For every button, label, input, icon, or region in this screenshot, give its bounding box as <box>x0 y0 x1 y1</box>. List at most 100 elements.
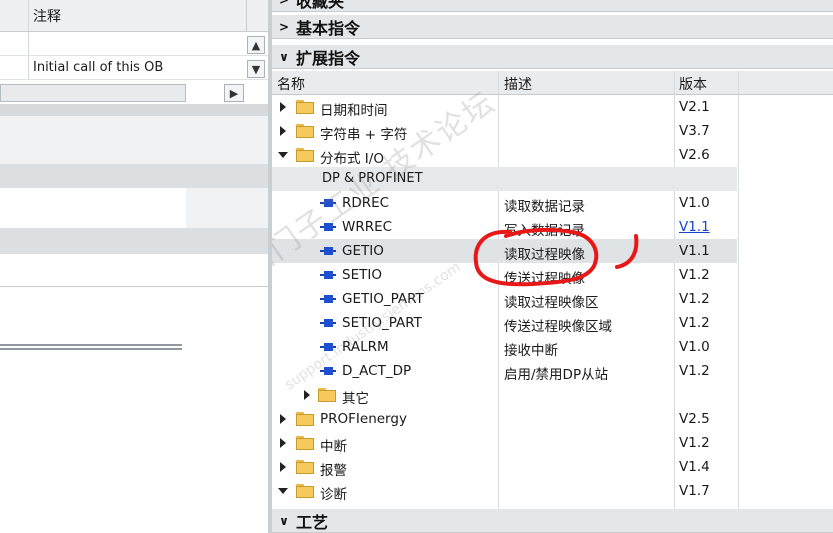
section-label: 基本指令 <box>296 18 361 38</box>
row-version: V1.2 <box>679 267 710 283</box>
function-block-icon <box>320 223 336 231</box>
scroll-right-button[interactable]: ▶ <box>224 84 244 102</box>
row-name: DP & PROFINET <box>322 171 423 186</box>
comment-cell <box>28 32 33 55</box>
function-block-icon <box>320 199 336 207</box>
left-band <box>0 116 268 164</box>
description-column-header[interactable]: 描述 <box>504 74 532 94</box>
row-version-link[interactable]: V1.1 <box>679 219 710 235</box>
folder-icon <box>296 436 314 450</box>
row-name: SETIO <box>342 267 382 283</box>
row-name: RDREC <box>342 195 390 211</box>
row-version: V1.1 <box>679 243 710 259</box>
row-version: V1.2 <box>679 363 710 379</box>
folder-icon <box>296 100 314 114</box>
expand-arrow-icon[interactable] <box>280 126 286 136</box>
row-version: V2.6 <box>679 147 710 163</box>
chevron-down-icon: ∨ <box>279 49 289 64</box>
tree-row-group[interactable]: DP & PROFINET <box>272 167 737 191</box>
left-table-row[interactable] <box>0 32 268 56</box>
section-favorites[interactable]: > 收藏夹 <box>272 0 833 12</box>
tree-row-folder[interactable]: 其它 <box>272 383 833 407</box>
row-description: 写入数据记录 <box>504 223 585 239</box>
tree-row-folder[interactable]: 字符串 + 字符 V3.7 <box>272 119 833 143</box>
expand-arrow-icon[interactable] <box>304 390 310 400</box>
row-description: 传送过程映像 <box>504 271 585 287</box>
expand-arrow-icon[interactable] <box>280 438 286 448</box>
horizontal-scrollbar[interactable] <box>0 84 186 102</box>
left-pane: 注释 Initial call of this OB ▲ ▼ ▶ <box>0 0 268 533</box>
row-name: 字符串 + 字符 <box>320 127 408 143</box>
chevron-right-icon: > <box>272 0 296 7</box>
row-version: V1.2 <box>679 315 710 331</box>
row-version: V1.2 <box>679 435 710 451</box>
row-name: RALRM <box>342 339 389 355</box>
comment-column-header[interactable]: 注释 <box>28 0 61 31</box>
function-block-icon <box>320 295 336 303</box>
expand-arrow-icon[interactable] <box>280 102 286 112</box>
row-version: V1.4 <box>679 459 710 475</box>
tree-row-instruction[interactable]: SETIO_PART 传送过程映像区域 V1.2 <box>272 311 833 335</box>
tree-row-instruction[interactable]: WRREC 写入数据记录 V1.1 <box>272 215 833 239</box>
left-table-header: 注释 <box>0 0 268 32</box>
section-technology[interactable]: ∨ 工艺 <box>272 509 833 533</box>
instructions-pane: > 收藏夹 > 基本指令 ∨ 扩展指令 名称 描述 版本 日期和时间 V2.1 … <box>272 0 833 533</box>
row-name: 报警 <box>320 463 347 479</box>
left-divider <box>0 348 182 350</box>
row-name: 其它 <box>342 391 369 407</box>
tree-row-instruction[interactable]: SETIO 传送过程映像 V1.2 <box>272 263 833 287</box>
tree-row-instruction[interactable]: RALRM 接收中断 V1.0 <box>272 335 833 359</box>
left-divider <box>0 286 268 287</box>
folder-icon <box>296 124 314 138</box>
tree-row-folder[interactable]: 诊断 V1.7 <box>272 479 833 503</box>
folder-icon <box>296 484 314 498</box>
row-name: PROFIenergy <box>320 411 407 427</box>
left-divider <box>0 344 182 346</box>
section-label: 扩展指令 <box>296 48 361 68</box>
function-block-icon <box>320 367 336 375</box>
row-name: 日期和时间 <box>320 103 388 119</box>
scroll-down-button[interactable]: ▼ <box>247 60 265 78</box>
version-column-header[interactable]: 版本 <box>679 74 707 94</box>
chevron-right-icon: > <box>278 19 290 34</box>
section-extended-instructions[interactable]: ∨ 扩展指令 <box>272 45 833 69</box>
tree-row-instruction[interactable]: GETIO_PART 读取过程映像区 V1.2 <box>272 287 833 311</box>
row-name: GETIO <box>342 243 384 259</box>
row-version: V1.0 <box>679 339 710 355</box>
tree-row-folder[interactable]: 分布式 I/O V2.6 <box>272 143 833 167</box>
row-version: V1.0 <box>679 195 710 211</box>
section-basic-instructions[interactable]: > 基本指令 <box>272 15 833 39</box>
expand-arrow-icon[interactable] <box>280 462 286 472</box>
row-description: 读取过程映像 <box>504 247 585 263</box>
tree-row-folder[interactable]: PROFIenergy V2.5 <box>272 407 833 431</box>
row-name: WRREC <box>342 219 393 235</box>
column-divider <box>246 0 247 32</box>
tree-row-instruction[interactable]: RDREC 读取数据记录 V1.0 <box>272 191 833 215</box>
left-table-row[interactable]: Initial call of this OB <box>0 56 268 80</box>
function-block-icon <box>320 271 336 279</box>
function-block-icon <box>320 319 336 327</box>
row-description: 读取数据记录 <box>504 199 585 215</box>
row-version: V2.1 <box>679 99 710 115</box>
collapse-arrow-icon[interactable] <box>278 488 288 494</box>
folder-icon <box>296 412 314 426</box>
collapse-arrow-icon[interactable] <box>278 152 288 158</box>
row-description: 读取过程映像区 <box>504 295 599 311</box>
name-column-header[interactable]: 名称 <box>277 74 305 94</box>
scroll-up-button[interactable]: ▲ <box>247 36 265 54</box>
folder-icon <box>318 388 336 402</box>
expand-arrow-icon[interactable] <box>280 414 286 424</box>
row-name: 诊断 <box>320 487 347 503</box>
left-band <box>0 228 268 254</box>
tree-row-folder[interactable]: 中断 V1.2 <box>272 431 833 455</box>
row-name: D_ACT_DP <box>342 363 412 379</box>
tree-row-instruction-selected[interactable]: GETIO 读取过程映像 V1.1 <box>272 239 737 263</box>
tree-row-folder[interactable]: 报警 V1.4 <box>272 455 833 479</box>
row-version: V1.2 <box>679 291 710 307</box>
row-description: 接收中断 <box>504 343 558 359</box>
row-version: V2.5 <box>679 411 710 427</box>
tree-row-instruction[interactable]: D_ACT_DP 启用/禁用DP从站 V1.2 <box>272 359 833 383</box>
left-band <box>186 188 268 228</box>
tree-row-folder[interactable]: 日期和时间 V2.1 <box>272 95 833 119</box>
row-name: 分布式 I/O <box>320 151 384 167</box>
